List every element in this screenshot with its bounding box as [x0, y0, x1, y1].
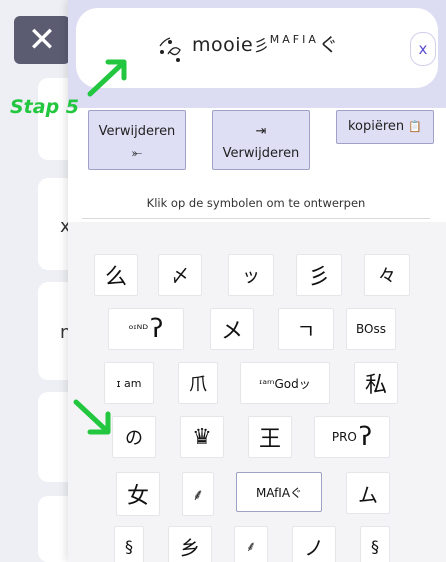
hook-icon: ʔ [150, 314, 164, 344]
symbol-cell[interactable]: 私 [354, 362, 398, 404]
action-buttons: Verwijderen ⤜ ⇥ Verwijderen kopiëren 📋 [68, 108, 446, 188]
symbol-cell[interactable]: ム [346, 472, 390, 514]
close-icon[interactable]: ✕ [14, 16, 70, 64]
symbol-grid: 么 〆 ッ 彡 々 ᵒᶦᴺᴰ ʔ メ ㄱ BOss ɪ am 爪 ᶦᵃᵐGodッ… [68, 222, 446, 562]
step-label: Stap 5 [10, 96, 80, 118]
hook-icon: ʔ [358, 422, 373, 452]
copy-button[interactable]: kopiëren 📋 [336, 110, 434, 144]
arrow-icon [87, 59, 127, 97]
symbol-cell[interactable]: ⸙ [182, 472, 214, 516]
symbol-cell[interactable]: 〆 [158, 254, 202, 296]
swirl-icon [159, 37, 181, 62]
symbol-cell[interactable]: ᶦᵃᵐGodッ [240, 362, 330, 404]
symbol-cell[interactable]: § [360, 526, 390, 562]
symbol-cell[interactable]: PRO ʔ [314, 416, 390, 458]
symbol-cell[interactable]: 彡 [296, 254, 342, 296]
symbol-cell[interactable]: ッ [228, 254, 274, 296]
symbol-cell[interactable]: ᵒᶦᴺᴰ ʔ [108, 308, 184, 350]
symbol-cell[interactable]: 女 [116, 472, 160, 516]
symbol-cell[interactable]: 爪 [178, 362, 218, 404]
remove-all-button[interactable]: ⇥ Verwijderen [212, 110, 310, 170]
symbol-cell[interactable]: ノ [292, 526, 336, 562]
symbol-cell[interactable]: ㄱ [278, 308, 334, 350]
symbol-cell[interactable]: 乡 [168, 526, 212, 562]
symbol-cell[interactable]: 么 [94, 254, 138, 296]
instruction-text: Klik op de symbolen om te ontwerpen [82, 196, 430, 219]
arrow-icon [73, 399, 111, 435]
symbol-cell[interactable]: ⸙ [234, 526, 268, 562]
symbol-cell[interactable]: BOss [346, 308, 396, 350]
symbol-cell[interactable]: § [114, 526, 144, 562]
symbol-cell[interactable]: 王 [248, 416, 292, 458]
preview-text: mooie彡MAFIAぐ [192, 33, 339, 56]
symbol-cell[interactable]: MAfIAぐ [236, 472, 322, 512]
clear-button[interactable]: x [410, 32, 436, 66]
symbol-cell[interactable]: 々 [364, 254, 410, 296]
symbol-cell[interactable]: の [112, 416, 156, 458]
symbol-cell[interactable]: ♛ [180, 416, 224, 458]
remove-one-button[interactable]: Verwijderen ⤜ [88, 110, 186, 170]
clipboard-icon: 📋 [408, 120, 423, 133]
symbol-cell[interactable]: メ [210, 308, 254, 350]
